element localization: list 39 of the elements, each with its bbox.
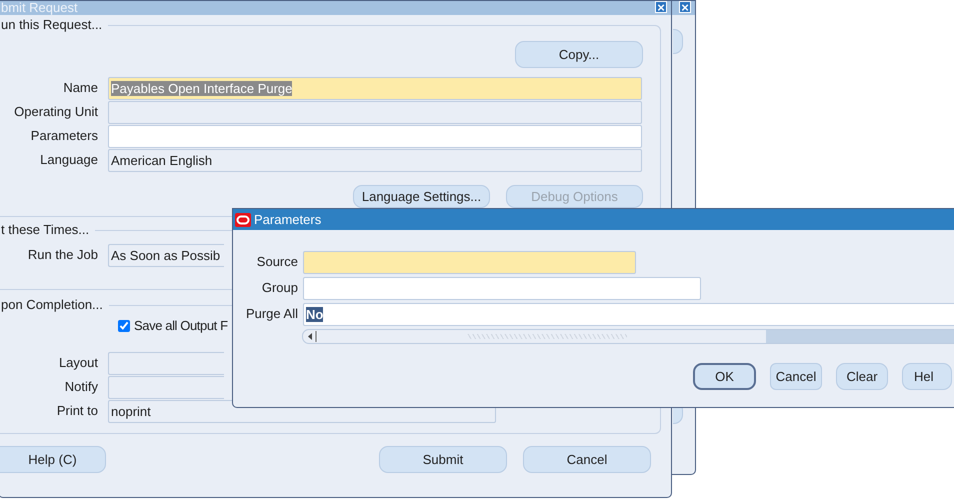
window-title: bmit Request: [1, 1, 78, 15]
help-button[interactable]: Help (C): [0, 446, 106, 473]
field-label: Run the Job: [26, 246, 99, 264]
input-field[interactable]: As Soon as Possib: [108, 244, 224, 266]
ok-button[interactable]: OK: [693, 363, 756, 390]
field-label: Purge All: [244, 305, 299, 324]
checkbox-label: Save all Output F: [134, 317, 228, 336]
input-field[interactable]: [108, 100, 642, 124]
cancel-button[interactable]: Cancel: [770, 363, 822, 390]
horizontal-scrollbar[interactable]: [302, 329, 954, 344]
submit-button[interactable]: Submit: [379, 446, 507, 473]
clear-button[interactable]: Clear: [836, 363, 888, 390]
input-field[interactable]: [108, 124, 642, 148]
field-label: Name: [62, 79, 99, 98]
help-button[interactable]: Hel: [902, 363, 952, 390]
field-label: Group: [260, 279, 299, 298]
field-label: Language: [39, 151, 99, 170]
input-field[interactable]: [303, 250, 636, 274]
input-field[interactable]: [108, 352, 224, 374]
language-settings-button[interactable]: Language Settings...: [353, 185, 490, 208]
field-label: Operating Unit: [13, 103, 99, 122]
section-title: pon Completion...: [0, 297, 109, 313]
input-field[interactable]: [303, 276, 701, 300]
field-label: Source: [256, 253, 299, 272]
close-button[interactable]: ×: [679, 1, 691, 13]
close-button[interactable]: ×: [655, 1, 667, 13]
input-field[interactable]: American English: [108, 148, 642, 172]
cancel-button[interactable]: Cancel: [523, 446, 651, 473]
field-label: Parameters: [30, 127, 99, 146]
input-field[interactable]: No: [303, 302, 954, 326]
input-field[interactable]: [108, 376, 224, 398]
section-title: un this Request...: [0, 17, 108, 33]
save-output-checkbox[interactable]: [118, 320, 130, 332]
copy-button[interactable]: Copy...: [515, 41, 643, 68]
field-label: Print to: [56, 402, 99, 420]
app-icon: [235, 212, 251, 226]
field-label: Layout: [58, 354, 99, 372]
dialog-title: Parameters: [254, 211, 322, 229]
field-label: Notify: [64, 378, 99, 396]
